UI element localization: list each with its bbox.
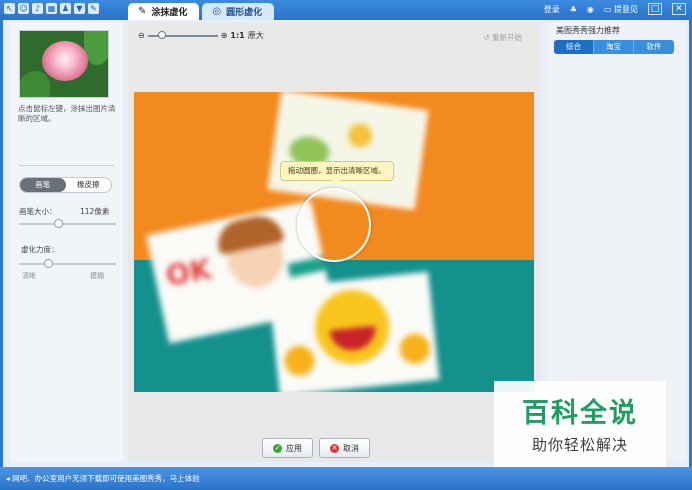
check-icon: ✓ — [273, 443, 282, 453]
divider — [18, 165, 114, 166]
left-panel: 点击鼠标左键，涂抹出图片清晰的区域。 画笔 橡皮擦 画笔大小： 112像素 虚化… — [10, 22, 123, 462]
wrench-icon[interactable]: ✎ — [88, 3, 99, 14]
close-button[interactable]: ✕ — [672, 3, 686, 15]
slider-handle[interactable] — [44, 259, 54, 268]
original-size-label[interactable]: 原大 — [248, 30, 264, 41]
brush-size-label: 画笔大小： — [19, 207, 57, 216]
info-icon: ◂ — [6, 474, 10, 483]
zoom-slider[interactable] — [147, 30, 218, 39]
editor-area: ⊖ ⊕ 1:1 原大 ↺ 重新开始 OK 拖动圆圈，显示出清晰区域。 ✓ 应用 … — [128, 22, 540, 462]
zoom-out-icon[interactable]: ⊖ — [138, 31, 145, 40]
brush-button[interactable]: 画笔 — [20, 178, 66, 192]
zoom-in-icon[interactable]: ⊕ — [221, 31, 228, 40]
tab-label: 涂抹虚化 — [151, 8, 188, 18]
recommend-tabs: 综合 淘宝 软件 — [554, 40, 674, 54]
quick-tool-icons: ↖ ☺ ♪ ▦ ♟ ▼ ✎ — [4, 3, 99, 14]
rose-image — [42, 41, 88, 81]
maximize-button[interactable]: □ — [648, 3, 662, 15]
title-bar-right: 登录 ♣ ◉ ▭ 提意见 □ ✕ — [544, 3, 686, 15]
tool-toggle: 画笔 橡皮擦 — [19, 177, 112, 193]
tooltip-bubble: 拖动圆圈，显示出清晰区域。 — [280, 161, 394, 186]
brush-icon: ✎ — [138, 6, 147, 17]
status-text[interactable]: 网吧、办公室用户无须下载即可使用美图秀秀，马上体验 — [12, 474, 200, 483]
reset-label: 重新开始 — [492, 33, 522, 42]
blur-strength-label: 虚化力度： — [21, 245, 59, 254]
reset-button[interactable]: ↺ 重新开始 — [483, 32, 522, 43]
blur-min-label: 清晰 — [22, 272, 36, 280]
image-canvas[interactable]: OK 拖动圆圈，显示出清晰区域。 — [134, 92, 534, 392]
tab-circle-blur[interactable]: ◎ 圆形虚化 — [202, 3, 275, 20]
recommend-title: 美图秀秀强力推荐 — [556, 26, 620, 35]
slider-handle[interactable] — [157, 30, 166, 39]
watermark-subtitle: 助你轻松解决 — [531, 436, 628, 454]
tab-smudge-blur[interactable]: ✎ 涂抹虚化 — [128, 3, 200, 20]
people-icon[interactable]: ♟ — [60, 3, 71, 14]
tab-software[interactable]: 软件 — [634, 40, 674, 54]
apply-label: 应用 — [286, 443, 302, 453]
cancel-button[interactable]: ✕ 取消 — [319, 438, 370, 458]
slider-handle[interactable] — [53, 219, 63, 228]
cancel-label: 取消 — [343, 443, 359, 453]
tab-label: 圆形虚化 — [226, 8, 263, 18]
circle-target-icon: ◎ — [212, 6, 222, 17]
microphone-icon[interactable]: ♪ — [32, 3, 43, 14]
title-bar: ↖ ☺ ♪ ▦ ♟ ▼ ✎ ✎ 涂抹虚化 ◎ 圆形虚化 登录 ♣ ◉ ▭ 提意见… — [0, 0, 692, 20]
cancel-icon: ✕ — [330, 443, 339, 453]
user-icon[interactable]: ♣ — [570, 5, 577, 14]
preview-thumbnail — [19, 30, 109, 98]
feedback-link[interactable]: ▭ 提意见 — [604, 4, 638, 15]
weibo-icon[interactable]: ◉ — [587, 5, 594, 14]
action-bar: ✓ 应用 ✕ 取消 — [262, 438, 370, 458]
brush-size-value: 112像素 — [80, 207, 110, 216]
mode-tabs: ✎ 涂抹虚化 ◎ 圆形虚化 — [128, 3, 275, 20]
blur-strength-slider[interactable] — [19, 259, 116, 268]
emoji-icon[interactable]: ☺ — [18, 3, 29, 14]
blur-max-label: 模糊 — [90, 272, 104, 280]
hint-text: 点击鼠标左键，涂抹出图片清晰的区域。 — [18, 104, 116, 123]
watermark-title: 百科全说 — [522, 398, 638, 429]
status-bar[interactable]: ◂ 网吧、办公室用户无须下载即可使用美图秀秀，马上体验 — [0, 467, 692, 490]
brush-size-slider[interactable] — [19, 219, 116, 228]
tab-taobao[interactable]: 淘宝 — [594, 40, 634, 54]
zoom-bar: ⊖ ⊕ 1:1 原大 — [138, 30, 264, 41]
watermark: 百科全说 助你轻松解决 — [494, 381, 666, 467]
eraser-button[interactable]: 橡皮擦 — [66, 178, 112, 192]
tab-general[interactable]: 综合 — [554, 40, 594, 54]
login-link[interactable]: 登录 — [544, 4, 560, 15]
feedback-label: 提意见 — [614, 4, 638, 14]
arrow-icon[interactable]: ↖ — [4, 3, 15, 14]
apply-button[interactable]: ✓ 应用 — [262, 438, 313, 458]
shirt-icon[interactable]: ▼ — [74, 3, 85, 14]
zoom-ratio[interactable]: 1:1 — [230, 31, 244, 40]
focus-circle[interactable] — [297, 188, 371, 262]
keyboard-icon[interactable]: ▦ — [46, 3, 57, 14]
